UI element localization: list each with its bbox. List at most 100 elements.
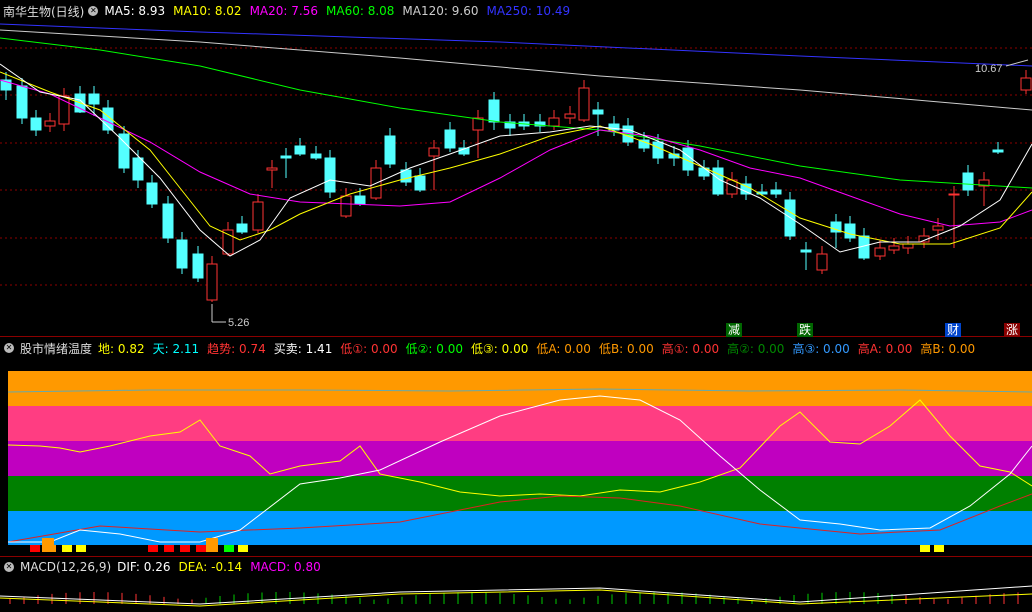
signal-marker: [164, 545, 174, 552]
price-low-label: 5.26: [228, 317, 249, 329]
candle-body: [578, 87, 590, 121]
dea-line: [0, 589, 1032, 607]
candle-body: [280, 155, 292, 159]
candles: [0, 70, 1032, 302]
macd-legend: DIF: 0.26 DEA: -0.14 MACD: 0.80: [117, 560, 329, 574]
candle-body: [354, 195, 366, 205]
signal-label: 涨: [1004, 323, 1021, 337]
candle-body: [638, 139, 650, 149]
settings-icon[interactable]: ✕: [4, 343, 14, 353]
ma10-line: [0, 71, 1032, 245]
candle-body: [192, 253, 204, 279]
macd-header: ✕ MACD(12,26,9) DIF: 0.26 DEA: -0.14 MACD:…: [0, 558, 335, 576]
candle-body: [176, 239, 188, 269]
indicator-item: 天: 2.11: [152, 341, 200, 356]
ma-item: MA250: 10.49: [486, 4, 571, 18]
candle-body: [44, 120, 56, 127]
candle-body: [948, 193, 960, 196]
candle-body: [444, 129, 456, 149]
ma250-line: [0, 23, 1032, 67]
temperature-band: [8, 406, 1032, 441]
signal-marker: [206, 538, 218, 552]
candle-body: [652, 141, 664, 159]
candle-body: [592, 109, 604, 115]
candle-body: [874, 247, 886, 257]
indicator-legend: 地: 0.82 天: 2.11 趋势: 0.74 买卖: 1.41 低①: 0.00 低②…: [98, 340, 983, 357]
indicator-header: ✕ 股市情绪温度 地: 0.82 天: 2.11 趋势: 0.74 买卖: 1.41 低…: [0, 339, 989, 357]
candle-body: [252, 201, 264, 231]
candle-body: [740, 183, 752, 195]
dif-line: [0, 585, 1032, 605]
signal-marker: [148, 545, 158, 552]
indicator-item: 高②: 0.00: [727, 341, 785, 356]
candlestick-chart[interactable]: 10.67 5.26: [0, 18, 1032, 336]
temperature-band: [8, 511, 1032, 545]
sentiment-chart[interactable]: [0, 356, 1032, 556]
signal-marker: [42, 538, 54, 552]
candle-body: [844, 223, 856, 239]
indicator-item: 低②: 0.00: [405, 341, 464, 356]
candle-body: [206, 263, 218, 301]
candle-body: [30, 117, 42, 131]
candle-body: [962, 172, 974, 191]
candle-body: [1020, 77, 1032, 91]
panel-divider: [0, 556, 1032, 557]
indicator-item: 低A: 0.00: [536, 341, 591, 356]
candle-body: [888, 245, 900, 251]
indicator-item: 高①: 0.00: [661, 341, 720, 356]
settings-icon[interactable]: ✕: [4, 562, 14, 572]
signal-marker: [62, 545, 72, 552]
indicator-item: 低③: 0.00: [471, 341, 529, 356]
candle-body: [548, 117, 560, 127]
ma-item: MA60: 8.08: [326, 4, 395, 18]
macd-item: DIF: 0.26: [117, 560, 171, 574]
candle-body: [146, 182, 158, 205]
ma-item: MA5: 8.93: [104, 4, 166, 18]
signal-marker: [76, 545, 86, 552]
signal-label: 跌: [797, 323, 814, 337]
indicator-name[interactable]: 股市情绪温度: [20, 340, 92, 357]
macd-item: MACD: 0.80: [250, 560, 321, 574]
indicator-item: 高A: 0.00: [857, 341, 913, 356]
candle-body: [132, 157, 144, 181]
candle-body: [428, 147, 440, 157]
signal-marker: [934, 545, 944, 552]
candle-body: [88, 93, 100, 105]
signal-marker: [180, 545, 190, 552]
panel-divider: [0, 336, 1032, 337]
candle-body: [384, 135, 396, 165]
macd-name[interactable]: MACD(12,26,9): [20, 560, 111, 574]
ma-item: MA10: 8.02: [173, 4, 242, 18]
signal-marker: [196, 545, 206, 552]
temperature-band: [8, 371, 1032, 406]
candle-body: [992, 149, 1004, 153]
indicator-item: 高③: 0.00: [792, 341, 850, 356]
candle-body: [324, 157, 336, 193]
price-high-label: 10.67: [975, 63, 1003, 75]
candle-body: [902, 243, 914, 249]
signal-marker: [30, 545, 40, 552]
ma-item: MA120: 9.60: [402, 4, 479, 18]
signal-marker: [920, 545, 930, 552]
ma5-line: [0, 63, 1032, 257]
candle-body: [236, 223, 248, 233]
candle-body: [488, 99, 500, 123]
indicator-item: 低①: 0.00: [340, 341, 398, 356]
signal-marker: [238, 545, 248, 552]
candle-body: [770, 189, 782, 195]
candle-body: [162, 203, 174, 239]
macd-chart[interactable]: [0, 576, 1032, 612]
ma120-line: [0, 29, 1032, 111]
candle-body: [932, 225, 944, 231]
macd-item: DEA: -0.14: [178, 560, 243, 574]
stock-name[interactable]: 南华生物(日线): [3, 3, 84, 20]
indicator-item: 高B: 0.00: [920, 341, 976, 356]
indicator-item: 地: 0.82: [98, 341, 145, 356]
signal-marker: [224, 545, 234, 552]
ma-legend: MA5: 8.93 MA10: 8.02 MA20: 7.56 MA60: 8.08 M…: [104, 4, 578, 18]
settings-icon[interactable]: ✕: [88, 6, 99, 16]
candle-body: [800, 249, 812, 253]
temperature-band: [8, 441, 1032, 476]
candle-body: [414, 175, 426, 191]
indicator-item: 趋势: 0.74: [207, 341, 266, 356]
